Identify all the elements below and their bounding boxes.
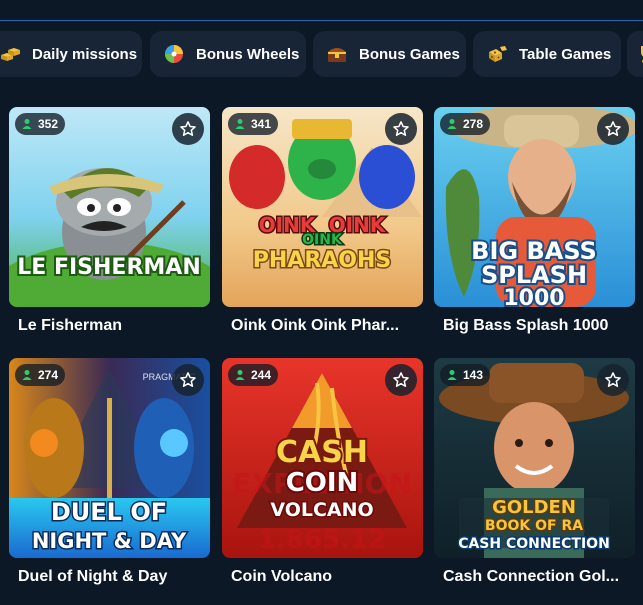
game-thumbnail[interactable]: CASH EXPLOSION COIN VOLCANO 1.865.12 244 <box>222 358 423 558</box>
player-count-badge: 244 <box>228 364 279 386</box>
game-card[interactable]: PRAGMATIC DUEL OF NIGHT & DAY 274 Duel o… <box>9 358 210 586</box>
favorite-button[interactable] <box>172 113 204 145</box>
user-icon <box>235 119 245 129</box>
art-title: CASH <box>276 435 368 470</box>
game-card[interactable]: GOLDEN BOOK OF RA CASH CONNECTION 143 Ca… <box>434 358 635 586</box>
game-thumbnail[interactable]: GOLDEN BOOK OF RA CASH CONNECTION 143 <box>434 358 635 558</box>
chip-label: Bonus Games <box>359 45 460 63</box>
user-icon <box>22 370 32 380</box>
user-icon <box>447 119 457 129</box>
dice-icon <box>485 42 509 66</box>
header-divider <box>0 20 643 21</box>
favorite-button[interactable] <box>385 364 417 396</box>
game-title[interactable]: Le Fisherman <box>18 317 210 335</box>
wheel-icon <box>162 42 186 66</box>
game-thumbnail[interactable]: BIG BASS SPLASH 1000 278 <box>434 107 635 307</box>
art-title: BOOK OF RA <box>485 518 583 534</box>
game-card[interactable]: OINK OINK OINK PHARAOHS 341 Oink Oink Oi… <box>222 107 423 335</box>
star-icon <box>393 121 409 136</box>
chip-table-games[interactable]: Table Games <box>473 31 621 77</box>
player-count: 274 <box>38 368 59 382</box>
art-title: 1000 <box>503 286 564 307</box>
chip-bonus-wheels[interactable]: Bonus Wheels <box>150 31 306 77</box>
user-icon <box>22 119 32 129</box>
game-thumbnail[interactable]: OINK OINK OINK PHARAOHS 341 <box>222 107 423 307</box>
favorite-button[interactable] <box>597 364 629 396</box>
chip-label: Daily missions <box>32 45 138 63</box>
game-title[interactable]: Oink Oink Oink Phar... <box>231 317 423 335</box>
treasure-chest-icon <box>325 42 349 66</box>
category-bar: Daily missions Bonus Wheels Bonus Games … <box>0 31 643 79</box>
game-title[interactable]: Cash Connection Gol... <box>443 568 635 586</box>
star-icon <box>605 121 621 136</box>
art-title: CASH CONNECTION <box>458 536 610 552</box>
favorite-button[interactable] <box>597 113 629 145</box>
game-card[interactable]: BIG BASS SPLASH 1000 278 Big Bass Splash… <box>434 107 635 335</box>
star-icon <box>605 372 621 387</box>
game-card[interactable]: LE FISHERMAN 352 Le Fisherman <box>9 107 210 335</box>
game-thumbnail[interactable]: PRAGMATIC DUEL OF NIGHT & DAY 274 <box>9 358 210 558</box>
favorite-button[interactable] <box>172 364 204 396</box>
art-title: PHARAOHS <box>253 248 392 273</box>
star-icon <box>180 121 196 136</box>
game-title[interactable]: Duel of Night & Day <box>18 568 210 586</box>
trophy-icon <box>635 42 643 66</box>
art-title: SPLASH <box>481 261 587 289</box>
star-icon <box>393 372 409 387</box>
art-title: VOLCANO <box>270 499 373 521</box>
game-title[interactable]: Coin Volcano <box>231 568 423 586</box>
chip-bonus-games[interactable]: Bonus Games <box>313 31 466 77</box>
art-title: GOLDEN <box>492 497 576 518</box>
art-title: COIN <box>286 468 359 498</box>
player-count-badge: 143 <box>440 364 491 386</box>
art-title: LE FISHERMAN <box>17 255 200 280</box>
player-count-badge: 352 <box>15 113 66 135</box>
player-count-badge: 341 <box>228 113 279 135</box>
user-icon <box>235 370 245 380</box>
player-count: 341 <box>251 117 272 131</box>
star-icon <box>180 372 196 387</box>
user-icon <box>447 370 457 380</box>
gold-bars-icon <box>0 42 22 66</box>
player-count-badge: 274 <box>15 364 66 386</box>
player-count: 143 <box>463 368 484 382</box>
art-title: DUEL OF <box>51 498 167 526</box>
art-title: OINK <box>302 232 343 248</box>
game-thumbnail[interactable]: LE FISHERMAN 352 <box>9 107 210 307</box>
chip-label: Bonus Wheels <box>196 45 300 63</box>
favorite-button[interactable] <box>385 113 417 145</box>
player-count: 278 <box>463 117 484 131</box>
art-title: NIGHT & DAY <box>32 529 187 553</box>
game-title[interactable]: Big Bass Splash 1000 <box>443 317 635 335</box>
art-title: 1.865.12 <box>258 525 386 555</box>
game-card[interactable]: CASH EXPLOSION COIN VOLCANO 1.865.12 244… <box>222 358 423 586</box>
player-count: 352 <box>38 117 59 131</box>
player-count: 244 <box>251 368 272 382</box>
player-count-badge: 278 <box>440 113 491 135</box>
chip-label: Table Games <box>519 45 612 63</box>
chip-more[interactable] <box>627 31 643 77</box>
chip-daily-missions[interactable]: Daily missions <box>0 31 142 77</box>
